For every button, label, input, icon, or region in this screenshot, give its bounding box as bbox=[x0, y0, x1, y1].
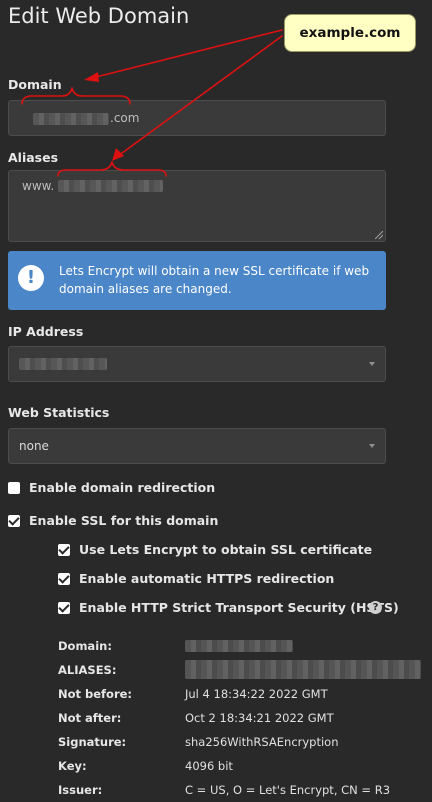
aliases-value-prefix: www. bbox=[22, 179, 55, 193]
cert-key-label: Key: bbox=[58, 759, 87, 773]
https-redirect-checkbox[interactable] bbox=[58, 572, 70, 585]
cert-not-after-label: Not after: bbox=[58, 711, 122, 725]
alert-text: Lets Encrypt will obtain a new SSL certi… bbox=[59, 264, 370, 296]
page-title: Edit Web Domain bbox=[8, 4, 190, 28]
redirect-checkbox[interactable] bbox=[8, 482, 20, 494]
web-statistics-label: Web Statistics bbox=[8, 405, 110, 420]
check-icon bbox=[58, 572, 70, 584]
ssl-info-alert: ! Lets Encrypt will obtain a new SSL cer… bbox=[8, 251, 386, 310]
ip-address-label: IP Address bbox=[8, 324, 84, 339]
cert-signature-value: sha256WithRSAEncryption bbox=[185, 735, 339, 749]
ssl-checkbox[interactable] bbox=[8, 514, 20, 527]
annotation-callout: example.com bbox=[284, 14, 416, 52]
check-icon bbox=[58, 543, 70, 555]
domain-field[interactable]: .com bbox=[8, 100, 386, 136]
web-statistics-value: none bbox=[19, 439, 49, 453]
cert-domain-label: Domain: bbox=[58, 639, 112, 653]
check-icon bbox=[58, 601, 70, 613]
annotation-arrowhead bbox=[112, 148, 124, 161]
redirect-checkbox-label[interactable]: Enable domain redirection bbox=[29, 480, 215, 495]
cert-signature-label: Signature: bbox=[58, 735, 127, 749]
web-statistics-select[interactable]: none bbox=[8, 428, 386, 464]
resize-grip-icon[interactable] bbox=[375, 231, 383, 239]
domain-value-suffix: .com bbox=[110, 111, 140, 125]
ip-address-select[interactable] bbox=[8, 346, 386, 382]
cert-not-after-value: Oct 2 18:34:21 2022 GMT bbox=[185, 711, 334, 725]
https-redirect-checkbox-label[interactable]: Enable automatic HTTPS redirection bbox=[79, 571, 334, 586]
cert-not-before-value: Jul 4 18:34:22 2022 GMT bbox=[185, 687, 328, 701]
blurred-text bbox=[185, 660, 421, 679]
hsts-checkbox-label[interactable]: Enable HTTP Strict Transport Security (H… bbox=[79, 600, 399, 615]
chevron-down-icon bbox=[369, 444, 375, 448]
blurred-text bbox=[58, 180, 163, 192]
check-icon bbox=[8, 514, 20, 526]
chevron-down-icon bbox=[369, 362, 375, 366]
domain-label: Domain bbox=[8, 77, 62, 92]
question-circle-icon[interactable]: ? bbox=[369, 601, 382, 614]
cert-issuer-value: C = US, O = Let's Encrypt, CN = R3 bbox=[185, 783, 391, 797]
cert-not-before-label: Not before: bbox=[58, 687, 133, 701]
annotation-arrowhead bbox=[84, 72, 99, 82]
cert-aliases-label: ALIASES: bbox=[58, 663, 117, 677]
aliases-textarea[interactable]: www. bbox=[8, 170, 386, 242]
exclamation-circle-icon: ! bbox=[18, 265, 44, 291]
cert-key-value: 4096 bit bbox=[185, 759, 233, 773]
annotation-arrow-domain bbox=[91, 29, 283, 79]
annotation-arrow-aliases bbox=[117, 35, 283, 157]
blurred-text bbox=[185, 640, 293, 652]
aliases-label: Aliases bbox=[8, 150, 59, 165]
letsencrypt-checkbox-label[interactable]: Use Lets Encrypt to obtain SSL certifica… bbox=[79, 542, 372, 557]
hsts-checkbox[interactable] bbox=[58, 601, 70, 614]
blurred-text bbox=[19, 358, 107, 370]
blurred-text bbox=[33, 113, 109, 125]
ssl-checkbox-label[interactable]: Enable SSL for this domain bbox=[29, 513, 218, 528]
letsencrypt-checkbox[interactable] bbox=[58, 543, 70, 556]
cert-issuer-label: Issuer: bbox=[58, 783, 103, 797]
